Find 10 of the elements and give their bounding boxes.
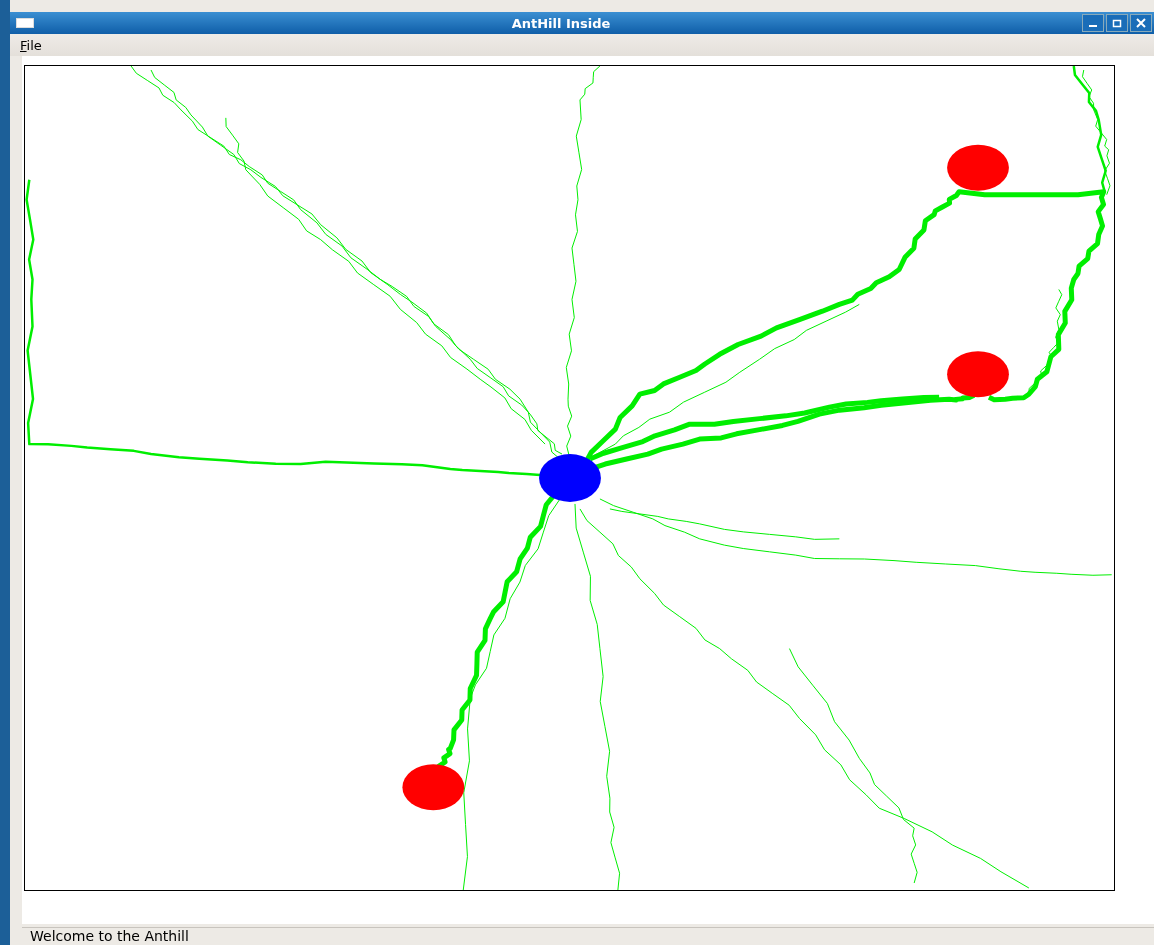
maximize-icon [1112, 18, 1122, 28]
window-title: AntHill Inside [510, 15, 612, 31]
minimize-icon [1089, 25, 1097, 27]
window-icon [16, 18, 34, 28]
close-button[interactable] [1130, 14, 1152, 32]
file-menu[interactable]: File [14, 35, 48, 55]
close-icon [1136, 18, 1146, 28]
status-text: Welcome to the Anthill [22, 927, 1154, 945]
minimize-button[interactable] [1082, 14, 1104, 32]
maximize-button[interactable] [1106, 14, 1128, 32]
